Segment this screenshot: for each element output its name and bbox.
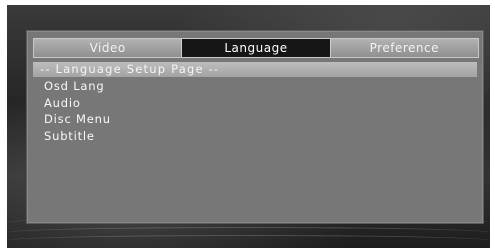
menu-item-subtitle[interactable]: Subtitle [44,128,111,145]
menu-list: Osd Lang Audio Disc Menu Subtitle [44,78,111,144]
setup-menu-panel: Video Language Preference -- Language Se… [26,30,484,224]
menu-item-disc-menu[interactable]: Disc Menu [44,111,111,128]
menu-item-osd-lang[interactable]: Osd Lang [44,78,111,95]
page-title: -- Language Setup Page -- [33,62,477,77]
screen-frame: Video Language Preference -- Language Se… [7,5,490,248]
background-wave [7,235,490,246]
menu-item-audio[interactable]: Audio [44,95,111,112]
tab-video[interactable]: Video [34,39,183,57]
tab-language[interactable]: Language [182,39,331,57]
tab-preference[interactable]: Preference [330,39,478,57]
tab-bar: Video Language Preference [33,38,479,58]
